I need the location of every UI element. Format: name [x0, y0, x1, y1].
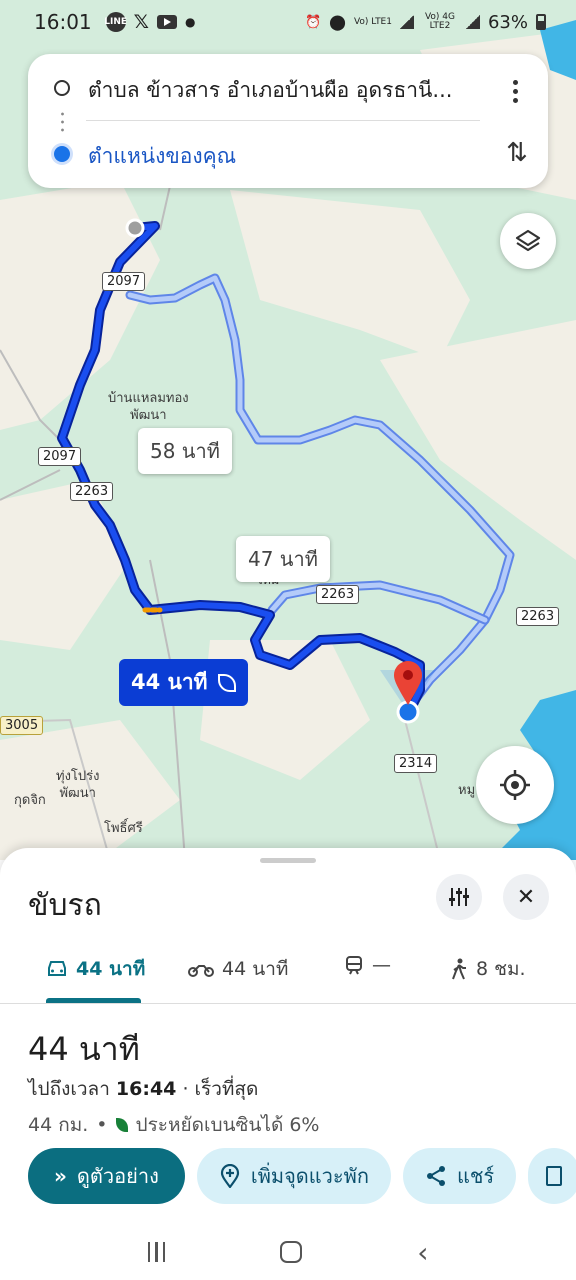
route-distance: 44 กม.	[28, 1114, 89, 1136]
add-stop-label: เพิ่มจุดแวะพัก	[250, 1164, 369, 1188]
road-label: 3005	[0, 716, 44, 735]
add-location-icon	[220, 1164, 239, 1188]
route-bubble-main[interactable]: 44 นาที	[119, 659, 248, 706]
signal-lte1-icon: Vo) LTE1	[353, 16, 392, 27]
action-buttons: » ดูตัวอย่าง เพิ่มจุดแวะพัก แชร์	[28, 1148, 576, 1204]
preview-button[interactable]: » ดูตัวอย่าง	[28, 1148, 185, 1204]
place-label: ทุ่งโปร่ง พัฒนา	[56, 769, 100, 801]
walk-icon	[452, 958, 466, 980]
notification-icons: LINE 𝕏 ●	[104, 11, 196, 33]
place-label: บ้านแหลมทอง พัฒนา	[108, 391, 189, 423]
signal-lte2-icon: Vo) 4G LTE2	[424, 12, 455, 31]
recents-button[interactable]	[147, 1242, 166, 1262]
route-dots-icon	[61, 110, 64, 134]
separator-dot: •	[96, 1114, 108, 1136]
home-button[interactable]	[280, 1241, 303, 1263]
status-bar: 16:01 LINE 𝕏 ● ⏰ ⬤ Vo) LTE1 Vo) 4G LTE2 …	[0, 0, 576, 44]
distance-info: 44 กม. • ประหยัดเบนซินได้ 6%	[28, 1110, 320, 1140]
eco-leaf-icon	[115, 1118, 128, 1132]
tab-driving[interactable]: 44 นาที	[46, 954, 145, 984]
road-label: 2097	[38, 447, 82, 466]
sheet-title: ขับรถ	[28, 888, 102, 923]
train-icon	[346, 956, 362, 975]
tab-walking-label: 8 ชม.	[476, 958, 526, 980]
origin-circle-icon	[54, 80, 70, 96]
road-label: 2097	[102, 272, 146, 291]
field-divider	[86, 120, 480, 121]
share-label: แชร์	[456, 1164, 495, 1188]
bookmark-icon	[546, 1166, 563, 1186]
road-label: 2263	[316, 585, 360, 604]
x-icon: 𝕏	[133, 11, 149, 33]
car-icon	[48, 961, 66, 976]
signal-bars-2-icon	[465, 15, 480, 29]
motorcycle-icon	[188, 965, 214, 977]
2021-icon: ⏰	[304, 14, 322, 30]
close-button[interactable]: ✕	[503, 874, 549, 920]
tune-icon	[449, 888, 469, 906]
place-label: กุดจิก	[14, 793, 46, 808]
route-bubble-alt-58[interactable]: 58 นาที	[138, 428, 232, 474]
route-options-button[interactable]	[436, 874, 482, 920]
youtube-icon	[156, 15, 177, 29]
origin-field[interactable]: ตำบล ข้าวสาร อำเภอบ้านผือ อุดรธานี...	[88, 74, 488, 107]
arrival-suffix: · เร็วที่สุด	[182, 1078, 259, 1100]
layers-button[interactable]	[500, 213, 556, 269]
system-icons: ⏰ ⬤ Vo) LTE1 Vo) 4G LTE2 63%	[305, 12, 546, 33]
add-stop-button[interactable]: เพิ่มจุดแวะพัก	[196, 1148, 391, 1204]
travel-mode-tabs: 44 นาที 44 นาที — 8 ชม.	[0, 940, 576, 1004]
route-bubble-alt-47[interactable]: 47 นาที	[236, 536, 330, 582]
place-label: โพธิ์ศรี	[104, 821, 143, 836]
route-bubble-main-label: 44 นาที	[131, 670, 208, 694]
back-button[interactable]: ‹	[417, 1236, 428, 1269]
close-icon: ✕	[516, 884, 536, 910]
active-tab-indicator	[46, 998, 141, 1003]
tab-motorcycle-label: 44 นาที	[222, 958, 289, 980]
double-chevron-icon: »	[54, 1164, 67, 1188]
my-location-button[interactable]	[476, 746, 554, 824]
sheet-drag-handle[interactable]	[260, 858, 316, 863]
directions-search-card: ตำบล ข้าวสาร อำเภอบ้านผือ อุดรธานี... ตำ…	[28, 54, 548, 188]
fuel-saving: ประหยัดเบนซินได้ 6%	[135, 1114, 320, 1136]
tab-driving-label: 44 นาที	[76, 958, 146, 980]
arrival-time: 16:44	[115, 1078, 177, 1100]
road-label: 2263	[516, 607, 560, 626]
more-options-button[interactable]	[500, 76, 530, 106]
my-location-dot-icon	[54, 146, 70, 162]
arrival-prefix: ไปถึงเวลา	[28, 1078, 110, 1100]
eco-leaf-icon	[217, 673, 236, 692]
preview-label: ดูตัวอย่าง	[76, 1164, 159, 1188]
tab-transit-label: —	[372, 954, 391, 976]
status-time: 16:01	[34, 10, 92, 34]
share-icon	[426, 1166, 445, 1186]
share-button[interactable]: แชร์	[402, 1148, 517, 1204]
tab-transit[interactable]: —	[344, 954, 391, 976]
dot-icon: ●	[184, 15, 196, 29]
directions-sheet: ขับรถ ✕ 44 นาที 44 นาที — 8 ชม. 44 นาที …	[0, 848, 576, 1280]
swap-icon[interactable]: ⇅	[500, 136, 534, 170]
place-label: หมู	[458, 783, 476, 798]
system-nav-bar: ‹	[0, 1224, 576, 1280]
tab-motorcycle[interactable]: 44 นาที	[188, 954, 288, 984]
battery-percent: 63%	[487, 11, 528, 33]
layers-icon	[515, 229, 541, 252]
crosshair-icon	[500, 770, 530, 800]
route-duration: 44 นาที	[28, 1030, 140, 1068]
tab-walking[interactable]: 8 ชม.	[450, 954, 526, 984]
save-button[interactable]	[528, 1148, 576, 1204]
location-icon: ⬤	[329, 13, 346, 31]
signal-bars-icon	[399, 15, 414, 29]
destination-field[interactable]: ตำแหน่งของคุณ	[88, 140, 236, 173]
line-icon: LINE	[104, 12, 127, 32]
road-label: 2263	[70, 482, 114, 501]
arrival-info: ไปถึงเวลา 16:44 · เร็วที่สุด	[28, 1074, 258, 1104]
road-label: 2314	[394, 754, 438, 773]
battery-icon	[536, 14, 546, 30]
